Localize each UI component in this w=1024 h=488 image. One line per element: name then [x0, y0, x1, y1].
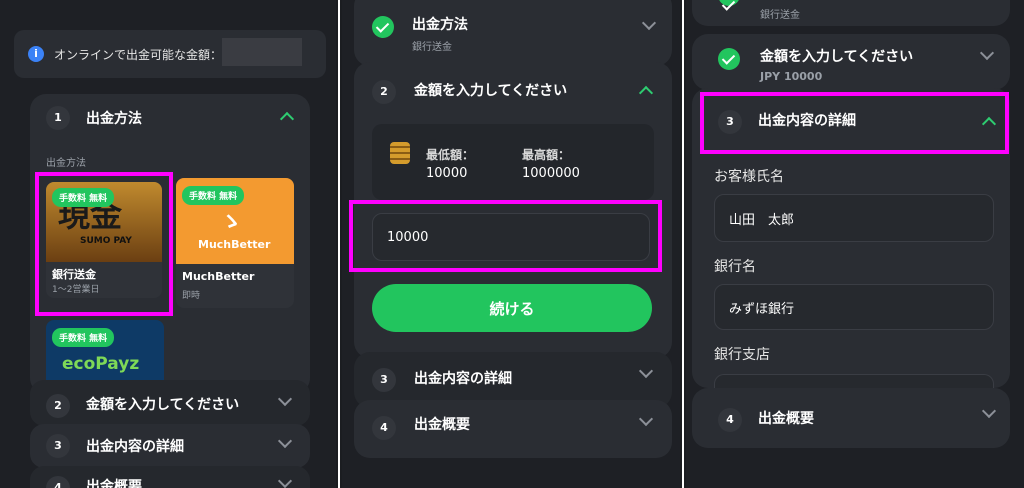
- name-field[interactable]: 山田 太郎: [714, 194, 994, 242]
- method-time: 即時: [182, 291, 201, 301]
- withdraw-panel-method: i オンラインで出金可能な金額： 1 出金方法 出金方法 現金 SUMO PAY…: [0, 0, 336, 488]
- step1-title[interactable]: 出金方法: [86, 108, 142, 128]
- highlight-amount-input: [349, 200, 662, 272]
- step2-sub: JPY 10000: [760, 70, 823, 83]
- chevron-down-icon[interactable]: [641, 15, 657, 31]
- withdraw-panel-amount: 出金方法 銀行送金 2 金額を入力してください 最低額： 10000 最高額： …: [342, 0, 680, 488]
- step3-title: 出金内容の詳細: [86, 439, 184, 455]
- step4-number: 4: [46, 476, 70, 488]
- max-value: 1000000: [522, 166, 580, 181]
- highlight-bank-method: [35, 172, 173, 316]
- step4-card[interactable]: 4 出金概要: [692, 388, 1010, 448]
- step3-number: 3: [46, 434, 70, 458]
- chevron-down-icon[interactable]: [638, 411, 654, 427]
- method-card-muchbetter[interactable]: ゝ MuchBetter 手数料 無料 MuchBetter 即時: [176, 178, 294, 308]
- info-text: オンラインで出金可能な金額：: [54, 48, 223, 62]
- step3-title: 出金内容の詳細: [414, 371, 512, 387]
- step2-title: 金額を入力してください: [760, 49, 914, 65]
- step2-title: 金額を入力してください: [86, 397, 240, 413]
- step4-card[interactable]: 4 出金概要: [354, 400, 672, 458]
- step4-title: 出金概要: [86, 479, 142, 488]
- highlight-step3-header: [700, 92, 1009, 154]
- ecopayz-logo: ecoPayz: [62, 354, 140, 374]
- bank-label: 銀行名: [714, 259, 756, 275]
- chevron-down-icon[interactable]: [277, 473, 293, 488]
- chevron-down-icon[interactable]: [638, 363, 654, 379]
- step2-number: 2: [372, 80, 396, 104]
- check-icon: [718, 0, 740, 6]
- bank-field[interactable]: みずほ銀行: [714, 284, 994, 330]
- step4-card[interactable]: 4 出金概要: [30, 466, 310, 488]
- step3-card[interactable]: 3 出金内容の詳細: [30, 424, 310, 468]
- panel-divider: [338, 0, 340, 488]
- info-icon: i: [28, 46, 44, 62]
- name-label: お客様氏名: [714, 169, 784, 185]
- step4-title: 出金概要: [414, 417, 470, 433]
- method-name: MuchBetter: [182, 270, 255, 283]
- max-label: 最高額：: [522, 148, 571, 162]
- step2-card[interactable]: 2 金額を入力してください: [30, 380, 310, 426]
- step1-title: 出金方法: [412, 17, 468, 33]
- step1-sub: 銀行送金: [412, 42, 452, 53]
- chevron-down-icon[interactable]: [981, 403, 997, 419]
- check-icon: [718, 48, 740, 70]
- step4-number: 4: [372, 416, 396, 440]
- panel-divider: [682, 0, 684, 488]
- chevron-down-icon[interactable]: [979, 45, 995, 61]
- continue-button[interactable]: 続ける: [372, 284, 652, 332]
- min-label: 最低額：: [426, 148, 475, 162]
- chevron-down-icon[interactable]: [277, 433, 293, 449]
- step2-title[interactable]: 金額を入力してください: [414, 80, 567, 100]
- muchbetter-mark-icon: ゝ: [220, 210, 243, 235]
- step1-number: 1: [46, 106, 70, 130]
- min-value: 10000: [426, 166, 468, 181]
- step2-card[interactable]: 金額を入力してください JPY 10000: [692, 34, 1010, 90]
- chevron-down-icon[interactable]: [277, 391, 293, 407]
- fee-free-badge: 手数料 無料: [52, 328, 115, 347]
- chevron-up-icon[interactable]: [638, 85, 654, 101]
- methods-label: 出金方法: [46, 158, 86, 169]
- step2-number: 2: [46, 394, 70, 418]
- step4-title: 出金概要: [758, 411, 814, 427]
- step4-number: 4: [718, 408, 742, 432]
- step1-card[interactable]: 出金方法 銀行送金: [354, 0, 672, 66]
- redacted-amount: [222, 38, 302, 66]
- step3-number: 3: [372, 368, 396, 392]
- branch-label: 銀行支店: [714, 347, 770, 363]
- info-banner: i オンラインで出金可能な金額：: [14, 30, 326, 78]
- chevron-up-icon[interactable]: [279, 111, 295, 127]
- check-icon: [372, 16, 394, 38]
- continue-label: 続ける: [489, 299, 535, 318]
- coins-icon: [390, 142, 410, 164]
- fee-free-badge: 手数料 無料: [182, 186, 245, 205]
- step1-card-partial[interactable]: 銀行送金: [692, 0, 1010, 26]
- withdraw-panel-details: 銀行送金 金額を入力してください JPY 10000 3 出金内容の詳細 お客様…: [686, 0, 1024, 488]
- step1-sub: 銀行送金: [760, 10, 800, 21]
- limits-box: 最低額： 10000 最高額： 1000000: [372, 124, 654, 200]
